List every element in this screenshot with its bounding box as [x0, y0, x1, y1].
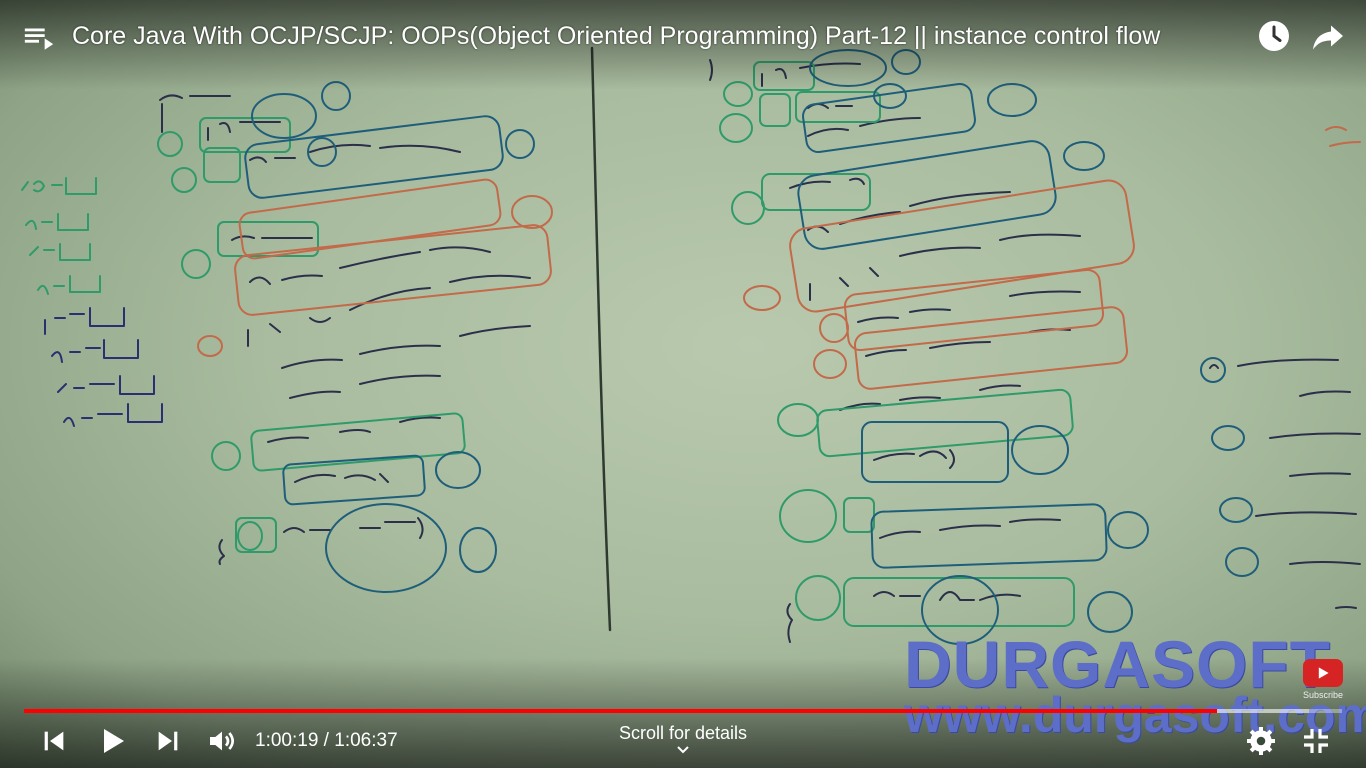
- video-title[interactable]: Core Java With OCJP/SCJP: OOPs(Object Or…: [72, 20, 1160, 52]
- duration: 1:06:37: [334, 730, 398, 751]
- exit-fullscreen-icon[interactable]: [1300, 725, 1332, 757]
- playlist-icon[interactable]: [22, 20, 56, 54]
- time-display: 1:00:19 / 1:06:37: [255, 729, 398, 753]
- volume-icon[interactable]: [206, 725, 238, 757]
- play-icon[interactable]: [96, 725, 128, 757]
- scroll-for-details-button[interactable]: Scroll for details: [583, 722, 783, 756]
- current-time: 1:00:19: [255, 730, 319, 751]
- share-arrow-icon[interactable]: [1310, 18, 1346, 54]
- scroll-hint-label: Scroll for details: [618, 723, 748, 743]
- subscribe-label: Subscribe: [1302, 690, 1344, 700]
- time-separator: /: [318, 730, 335, 751]
- chevron-down-icon: [677, 746, 689, 754]
- youtube-logo-icon: [1303, 659, 1343, 687]
- skip-previous-icon[interactable]: [38, 725, 70, 757]
- watermark-url: www.durgasoft.com: [904, 687, 1366, 743]
- progress-played: [24, 709, 1218, 713]
- clock-icon[interactable]: [1256, 18, 1292, 54]
- skip-next-icon[interactable]: [152, 725, 184, 757]
- progress-bar[interactable]: [24, 709, 1342, 713]
- gear-icon[interactable]: [1245, 725, 1277, 757]
- subscribe-button[interactable]: Subscribe: [1301, 659, 1345, 700]
